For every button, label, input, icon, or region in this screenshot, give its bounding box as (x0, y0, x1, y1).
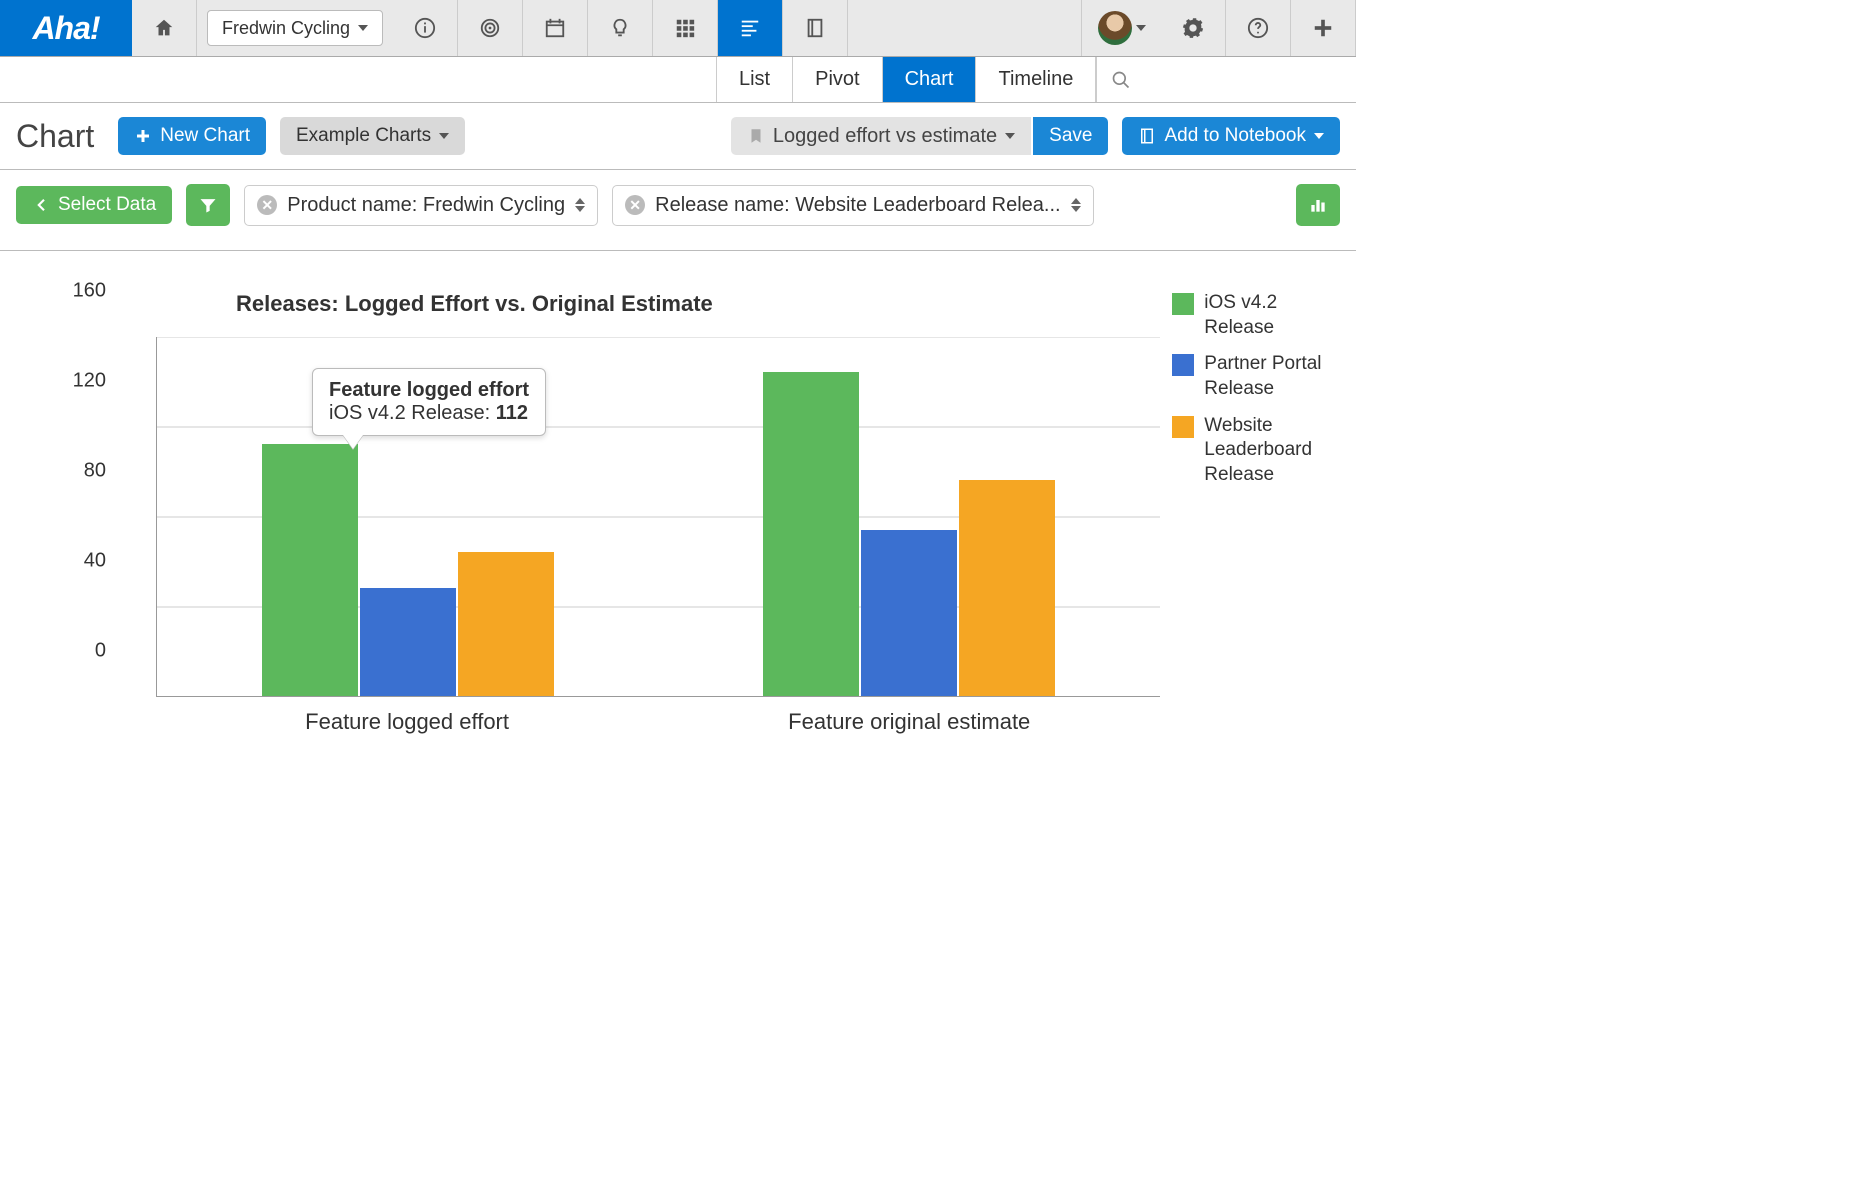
caret-down-icon (1005, 133, 1015, 139)
filter-chip-release-label: Release name: Website Leaderboard Relea.… (655, 194, 1060, 217)
sort-icon (575, 198, 585, 212)
legend-swatch (1172, 293, 1194, 315)
y-tick-label: 0 (95, 640, 106, 663)
filter-bar: Select Data ✕ Product name: Fredwin Cycl… (0, 170, 1356, 251)
tooltip-series: iOS v4.2 Release: (329, 402, 490, 424)
tab-timeline[interactable]: Timeline (975, 57, 1096, 102)
plus-icon (134, 127, 152, 145)
notebook-icon[interactable] (783, 0, 848, 56)
gear-icon[interactable] (1161, 0, 1226, 56)
remove-filter-icon[interactable]: ✕ (625, 195, 645, 215)
filter-chip-product-label: Product name: Fredwin Cycling (287, 194, 565, 217)
search-input[interactable] (1096, 57, 1356, 102)
x-axis-labels: Feature logged effortFeature original es… (156, 709, 1160, 735)
view-tabs: List Pivot Chart Timeline (0, 57, 1356, 103)
tab-chart[interactable]: Chart (882, 57, 977, 102)
legend-label: Partner Portal Release (1204, 352, 1340, 401)
top-navbar: Aha! Fredwin Cycling (0, 0, 1356, 57)
select-data-button[interactable]: Select Data (16, 186, 172, 224)
product-selector-label: Fredwin Cycling (222, 18, 350, 39)
remove-filter-icon[interactable]: ✕ (257, 195, 277, 215)
target-icon[interactable] (458, 0, 523, 56)
logo-text: Aha! (32, 10, 99, 47)
legend-item[interactable]: iOS v4.2 Release (1172, 291, 1340, 340)
caret-down-icon (358, 25, 368, 31)
search-icon (1111, 70, 1131, 90)
lightbulb-icon[interactable] (588, 0, 653, 56)
filter-button[interactable] (186, 184, 230, 226)
legend-item[interactable]: Partner Portal Release (1172, 352, 1340, 401)
example-charts-button[interactable]: Example Charts (280, 117, 465, 155)
caret-down-icon (1314, 133, 1324, 139)
tab-list[interactable]: List (716, 57, 793, 102)
info-icon[interactable] (393, 0, 458, 56)
notebook-icon (1138, 127, 1156, 145)
plus-icon[interactable] (1291, 0, 1356, 56)
filter-chip-release[interactable]: ✕ Release name: Website Leaderboard Rele… (612, 185, 1093, 226)
calendar-icon[interactable] (523, 0, 588, 56)
caret-down-icon (439, 133, 449, 139)
page-title: Chart (16, 118, 94, 155)
user-menu[interactable] (1081, 0, 1161, 56)
x-tick-label: Feature logged effort (156, 709, 658, 735)
bar-group (659, 337, 1161, 696)
chart-legend: iOS v4.2 Release Partner Portal Release We… (1172, 291, 1340, 735)
y-tick-label: 120 (73, 370, 106, 393)
bar[interactable] (360, 588, 456, 696)
new-chart-label: New Chart (160, 125, 250, 147)
legend-label: Website Leaderboard Release (1204, 414, 1340, 488)
legend-swatch (1172, 354, 1194, 376)
save-button[interactable]: Save (1033, 117, 1108, 155)
saved-view-button[interactable]: Logged effort vs estimate (731, 117, 1031, 155)
example-charts-label: Example Charts (296, 125, 431, 147)
chart-title: Releases: Logged Effort vs. Original Est… (236, 291, 1160, 317)
tooltip-value: 112 (496, 402, 528, 424)
chart-tooltip: Feature logged effort iOS v4.2 Release: … (312, 368, 546, 436)
product-selector[interactable]: Fredwin Cycling (207, 10, 383, 46)
bar[interactable] (458, 552, 554, 696)
caret-down-icon (1136, 25, 1146, 31)
legend-swatch (1172, 416, 1194, 438)
reports-icon[interactable] (718, 0, 783, 56)
filter-chip-product[interactable]: ✕ Product name: Fredwin Cycling (244, 185, 598, 226)
legend-item[interactable]: Website Leaderboard Release (1172, 414, 1340, 488)
bar[interactable] (262, 444, 358, 696)
avatar (1098, 11, 1132, 45)
bar[interactable] (861, 530, 957, 697)
help-icon[interactable] (1226, 0, 1291, 56)
chart-type-button[interactable] (1296, 184, 1340, 226)
y-tick-label: 160 (73, 280, 106, 303)
x-tick-label: Feature original estimate (658, 709, 1160, 735)
bookmark-icon (747, 127, 765, 145)
tab-pivot[interactable]: Pivot (792, 57, 882, 102)
saved-view-label: Logged effort vs estimate (773, 125, 997, 148)
bar[interactable] (763, 372, 859, 696)
grid-icon[interactable] (653, 0, 718, 56)
filter-icon (198, 195, 218, 215)
chart-area: Releases: Logged Effort vs. Original Est… (0, 251, 1356, 775)
new-chart-button[interactable]: New Chart (118, 117, 266, 155)
chevron-left-icon (32, 196, 50, 214)
select-data-label: Select Data (58, 194, 156, 216)
sort-icon (1071, 198, 1081, 212)
chart-plot: Feature logged effort iOS v4.2 Release: … (156, 337, 1160, 697)
y-tick-label: 80 (84, 460, 106, 483)
bars-container (157, 337, 1160, 696)
tooltip-title: Feature logged effort (329, 379, 529, 402)
add-to-notebook-button[interactable]: Add to Notebook (1122, 117, 1340, 155)
home-icon[interactable] (132, 0, 197, 56)
page-toolbar: Chart New Chart Example Charts Logged ef… (0, 103, 1356, 170)
bar-chart-icon (1308, 195, 1328, 215)
bar[interactable] (959, 480, 1055, 696)
add-to-notebook-label: Add to Notebook (1164, 125, 1306, 147)
y-tick-label: 40 (84, 550, 106, 573)
legend-label: iOS v4.2 Release (1204, 291, 1340, 340)
logo[interactable]: Aha! (0, 0, 132, 56)
